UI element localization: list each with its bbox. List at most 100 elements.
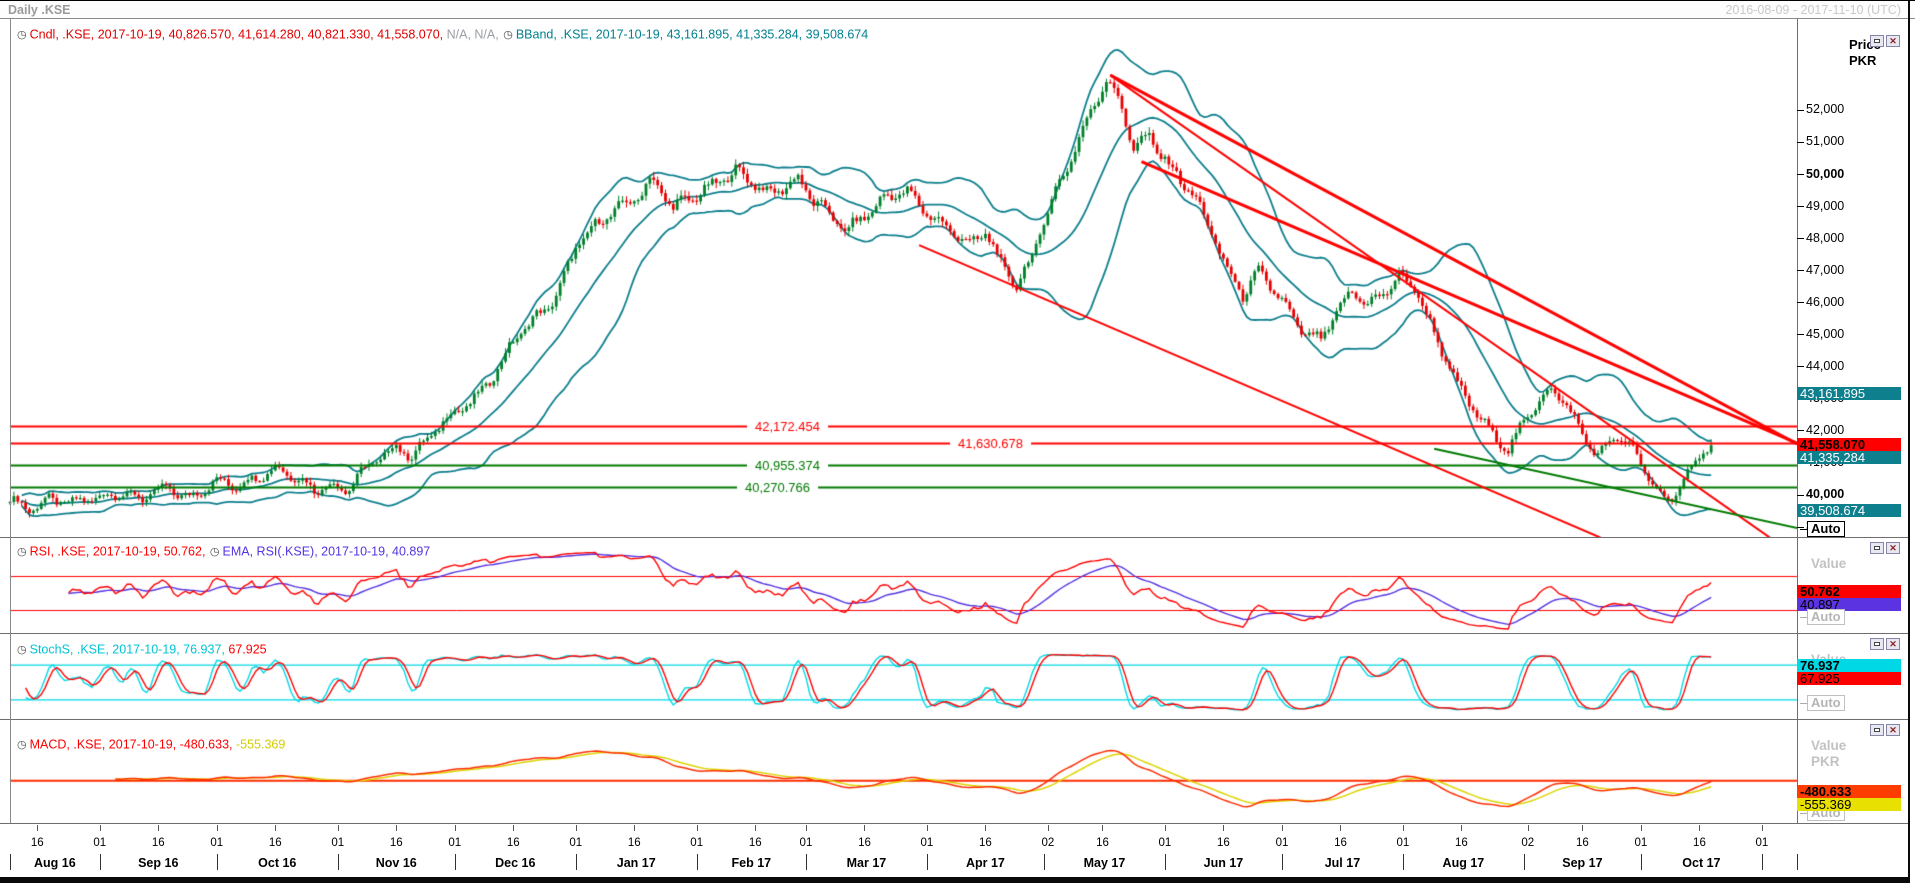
- x-axis-minor-label: 16: [30, 837, 44, 849]
- x-axis-minor-label: 01: [690, 837, 704, 849]
- last-value-badge: 41,335.284: [1797, 451, 1901, 465]
- x-axis-minor-label: 01: [448, 837, 462, 849]
- price-chart-canvas[interactable]: [0, 19, 1797, 537]
- bottom-scrollbar[interactable]: [0, 877, 1908, 883]
- x-axis-month-label: Sep 17: [1562, 856, 1603, 870]
- stoch-chart-canvas[interactable]: [0, 635, 1797, 719]
- x-axis-minor-label: 16: [1334, 837, 1347, 849]
- restore-icon[interactable]: [1870, 638, 1884, 650]
- indicator-clock-icon: ◷: [17, 29, 27, 42]
- x-axis-tick: [575, 825, 577, 831]
- chart-window: Daily .KSE 2016-08-09 - 2017-11-10 (UTC)…: [0, 0, 1915, 883]
- x-axis-tick: [1047, 825, 1049, 831]
- x-axis-month-label: Apr 17: [965, 856, 1005, 870]
- x-axis-tick: [513, 825, 515, 831]
- legend-stoch-k[interactable]: StochS, .KSE, 2017-10-19, 76.937,: [30, 643, 225, 657]
- legend-macd-signal[interactable]: -555.369: [236, 738, 285, 752]
- x-axis-month-label: Oct 17: [1682, 856, 1721, 870]
- price-axis-tick: 52,000: [1797, 102, 1844, 116]
- x-axis-minor-label: 01: [920, 837, 934, 849]
- close-icon[interactable]: ✕: [1886, 724, 1900, 736]
- close-icon[interactable]: ✕: [1886, 35, 1900, 47]
- last-value-badge: 67.925: [1797, 672, 1901, 686]
- x-axis-minor-label: 16: [627, 837, 641, 849]
- price-axis-tick: 46,000: [1797, 295, 1844, 309]
- rsi-auto-scale-button[interactable]: Auto: [1800, 609, 1845, 625]
- x-axis-tick: [926, 825, 928, 831]
- x-axis-minor-label: 01: [1396, 837, 1410, 849]
- x-axis-minor-label: 16: [1217, 837, 1230, 849]
- x-axis-tick: [1340, 825, 1342, 831]
- panel-separator: [0, 823, 1908, 824]
- x-axis-minor-label: 01: [1158, 837, 1172, 849]
- chart-titlebar: Daily .KSE 2016-08-09 - 2017-11-10 (UTC): [0, 1, 1915, 19]
- chart-date-range: 2016-08-09 - 2017-11-10 (UTC): [1725, 3, 1901, 17]
- price-auto-scale-button[interactable]: Auto: [1800, 521, 1845, 537]
- x-axis-minor-label: 16: [858, 837, 871, 849]
- x-axis-tick: [696, 825, 698, 831]
- x-axis-tick: [1223, 825, 1225, 831]
- restore-icon[interactable]: [1870, 542, 1884, 554]
- x-axis-tick: [216, 825, 218, 831]
- x-axis-minor-label: 16: [151, 837, 165, 849]
- x-axis-month-label: Feb 17: [731, 856, 772, 870]
- x-axis-minor-label: 16: [1693, 837, 1706, 849]
- x-axis-month-label: Jan 17: [616, 856, 656, 870]
- price-legend: ◷ Cndl, .KSE, 2017-10-19, 40,826.570, 41,…: [16, 27, 868, 42]
- x-axis-tick: [1164, 825, 1166, 831]
- x-axis-minor-label: 01: [1634, 837, 1648, 849]
- legend-stoch-d[interactable]: 67.925: [228, 643, 266, 657]
- price-axis-tick: 42,000: [1797, 423, 1844, 437]
- x-axis-minor-label: 16: [1455, 837, 1468, 849]
- x-axis-month-label: Sep 16: [138, 856, 179, 870]
- legend-bband[interactable]: BBand, .KSE, 2017-10-19, 43,161.895, 41,…: [516, 28, 868, 42]
- x-axis-month-separator: [1797, 854, 1798, 870]
- chart-title: Daily .KSE: [8, 3, 71, 17]
- indicator-clock-icon: ◷: [17, 644, 27, 657]
- x-axis-minor-label: 16: [979, 837, 992, 849]
- x-axis-minor-label: 16: [748, 837, 762, 849]
- x-axis-minor-label: 01: [1275, 837, 1289, 849]
- stoch-axis-column: ✕ Value Auto 76.93767.925: [1797, 635, 1908, 719]
- price-axis-tick: 49,000: [1797, 199, 1844, 213]
- legend-candle[interactable]: Cndl, .KSE, 2017-10-19, 40,826.570, 41,6…: [30, 28, 444, 42]
- x-axis-tick: [1761, 825, 1763, 831]
- macd-legend: ◷ MACD, .KSE, 2017-10-19, -480.633, -555.…: [16, 737, 285, 752]
- indicator-clock-icon: ◷: [503, 29, 513, 42]
- restore-icon[interactable]: [1870, 724, 1884, 736]
- x-axis-tick: [1461, 825, 1463, 831]
- close-icon[interactable]: ✕: [1886, 638, 1900, 650]
- x-axis-minor-label: 16: [268, 837, 282, 849]
- price-axis-tick: 51,000: [1797, 134, 1844, 148]
- plot-left-border: [10, 19, 11, 823]
- rsi-legend: ◷ RSI, .KSE, 2017-10-19, 50.762, ◷ EMA, RS…: [16, 544, 430, 559]
- close-icon[interactable]: ✕: [1886, 542, 1900, 554]
- rsi-axis-column: ✕ Value Auto 50.762 40.897: [1797, 539, 1908, 633]
- stoch-legend: ◷ StochS, .KSE, 2017-10-19, 76.937, 67.92…: [16, 642, 267, 657]
- price-axis-tick: 47,000: [1797, 263, 1844, 277]
- x-axis-minor-label: 01: [799, 837, 813, 849]
- x-axis-tick: [1102, 825, 1104, 831]
- x-axis-month-label: Aug 16: [34, 856, 76, 870]
- stoch-auto-scale-button[interactable]: Auto: [1800, 695, 1845, 711]
- indicator-clock-icon: ◷: [17, 546, 27, 559]
- legend-macd[interactable]: MACD, .KSE, 2017-10-19, -480.633,: [30, 738, 233, 752]
- x-axis-tick: [1640, 825, 1642, 831]
- price-axis-tick: 50,000: [1797, 167, 1844, 181]
- price-axis-tick: 44,000: [1797, 359, 1844, 373]
- x-axis-tick: [1527, 825, 1529, 831]
- x-axis-minor-label: 01: [331, 837, 345, 849]
- price-axis-column: ✕ Price PKR Auto 52,000 51,000 50,000 49,00…: [1797, 19, 1908, 537]
- indicator-clock-icon: ◷: [209, 546, 220, 559]
- x-axis-minor-label: 01: [93, 837, 107, 849]
- x-axis-minor-label: 01: [210, 837, 224, 849]
- last-value-badge: 43,161.895: [1797, 386, 1901, 400]
- x-axis-tick: [99, 825, 101, 831]
- legend-rsi[interactable]: RSI, .KSE, 2017-10-19, 50.762,: [30, 545, 206, 559]
- x-axis-month-label: May 17: [1083, 856, 1126, 870]
- legend-rsi-ema[interactable]: EMA, RSI(.KSE), 2017-10-19, 40.897: [223, 545, 431, 559]
- x-axis-minor-label: 16: [506, 837, 520, 849]
- restore-icon[interactable]: [1870, 35, 1884, 47]
- panel-separator: [0, 537, 1908, 538]
- x-axis-tick: [158, 825, 160, 831]
